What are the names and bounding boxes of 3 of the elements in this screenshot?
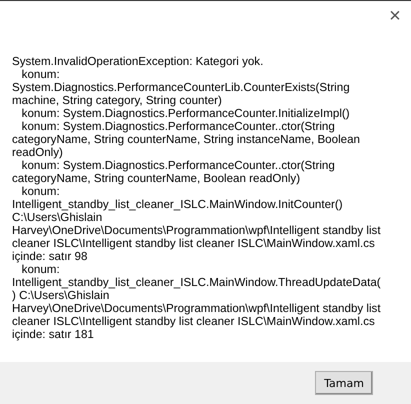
ok-button[interactable]: Tamam <box>315 371 373 395</box>
error-message: System.InvalidOperationException: Kategori yok. konum: System.Diagnostics.PerformanceCounterLib.CounterExists(String machine, String category, String counter) konum: System.Diagnostics.PerformanceCounter.InitializeImpl() konum: System.Diagnostics.PerformanceCounter..ctor(String categoryName, String counterName, String instanceName, Boolean readOnly) konum: System.Diagnostics.PerformanceCounter..ctor(String categoryName, String counterName, Boolean readOnly) konum: Intelligent_standby_list_cleaner_ISLC.MainWindow.InitCounter() C:\Users\Ghislain Harvey\OneDrive\Documents\Programmation\wpf\Intelligent standby list cleaner ISLC\Intelligent standby list cleaner ISLC\MainWindow.xaml.cs içinde: satır 98 konum: Intelligent_standby_list_cleaner_ISLC.MainWindow.ThreadUpdateData() C:\Users\Ghislain Harvey\OneDrive\Documents\Programmation\wpf\Intelligent standby list cleaner ISLC\Intelligent standby list cleaner ISLC\MainWindow.xaml.cs içinde: satır 181 <box>12 55 382 341</box>
close-button[interactable]: × <box>379 2 411 30</box>
